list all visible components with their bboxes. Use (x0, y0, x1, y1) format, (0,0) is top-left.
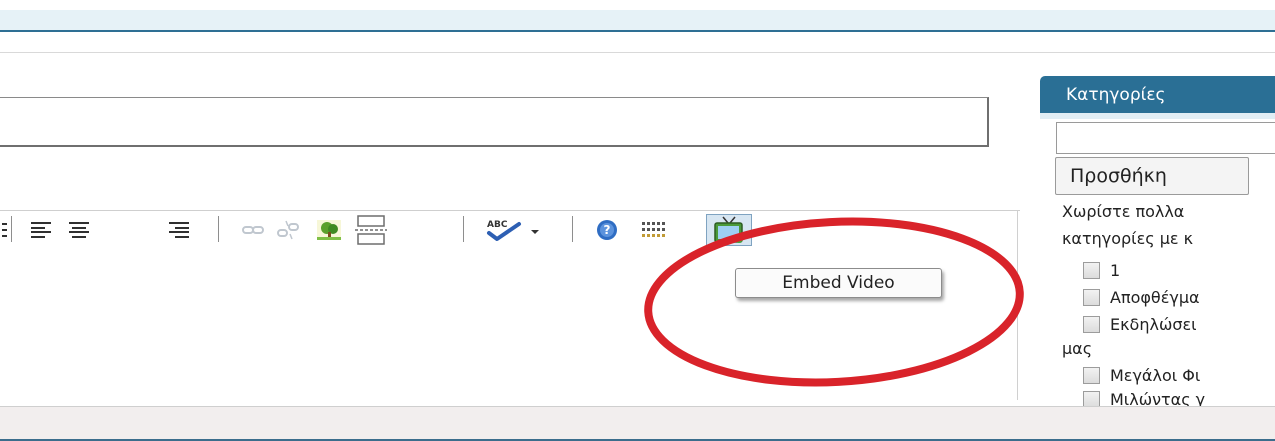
category-checkbox[interactable] (1083, 288, 1100, 306)
categories-panel-header: Κατηγορίες (1040, 76, 1275, 114)
link-icon (242, 226, 264, 234)
help-button[interactable]: ? (593, 218, 621, 242)
category-checkbox[interactable] (1083, 315, 1100, 333)
toolbar-separator (218, 216, 219, 242)
categories-help-line-1: Χωρίστε πολλα (1062, 202, 1185, 221)
align-right-icon (169, 222, 189, 238)
align-center-button[interactable] (66, 218, 92, 242)
page-break-button[interactable] (354, 215, 388, 245)
toolbar-separator (463, 216, 464, 242)
categories-title: Κατηγορίες (1066, 85, 1166, 105)
svg-text:?: ? (604, 223, 611, 237)
add-category-button[interactable]: Προσθήκη (1055, 157, 1249, 195)
spellcheck-label: ABC (487, 220, 508, 230)
category-item[interactable]: Αποφθέγμα (1083, 286, 1200, 308)
align-left-button[interactable] (28, 218, 54, 242)
category-item[interactable]: 1 (1083, 259, 1120, 281)
insert-image-button[interactable] (314, 218, 344, 242)
category-checkbox[interactable] (1083, 390, 1100, 408)
editor-toolbar-border (0, 210, 1020, 211)
align-right-button[interactable] (166, 218, 192, 242)
help-icon: ? (597, 220, 617, 240)
spellcheck-button[interactable]: ABC (485, 218, 543, 242)
unlink-button[interactable] (275, 218, 301, 242)
link-button[interactable] (240, 218, 266, 242)
category-label: Αποφθέγμα (1110, 287, 1200, 307)
top-band (0, 0, 1275, 10)
bottom-bar (0, 406, 1275, 441)
toolbar-partial-icon (0, 218, 8, 242)
category-label: Μεγάλοι Φι (1110, 365, 1201, 385)
categories-help-line-2: κατηγορίες με κ (1062, 229, 1194, 248)
category-label-continuation: μας (1062, 339, 1093, 358)
toolbar-separator (11, 216, 12, 242)
page-break-icon (355, 215, 387, 245)
unlink-icon (277, 220, 299, 240)
category-checkbox[interactable] (1083, 261, 1100, 279)
highlight-ring-annotation (644, 217, 1024, 387)
spellcheck-icon: ABC (487, 220, 539, 241)
toolbar-separator (572, 216, 573, 242)
category-item[interactable]: Μεγάλοι Φι (1083, 364, 1200, 386)
post-title-input[interactable] (0, 97, 989, 147)
align-left-icon (31, 222, 51, 238)
image-icon (317, 220, 341, 240)
category-label: 1 (1110, 260, 1121, 280)
divider (0, 52, 1275, 53)
panel-header-shade (1040, 113, 1275, 119)
category-checkbox[interactable] (1083, 366, 1100, 384)
new-category-input[interactable] (1056, 122, 1275, 154)
align-center-icon (69, 222, 89, 238)
category-label: Εκδηλώσει (1110, 314, 1197, 334)
category-item[interactable]: Εκδηλώσει (1083, 313, 1197, 335)
admin-top-bar (0, 10, 1275, 32)
